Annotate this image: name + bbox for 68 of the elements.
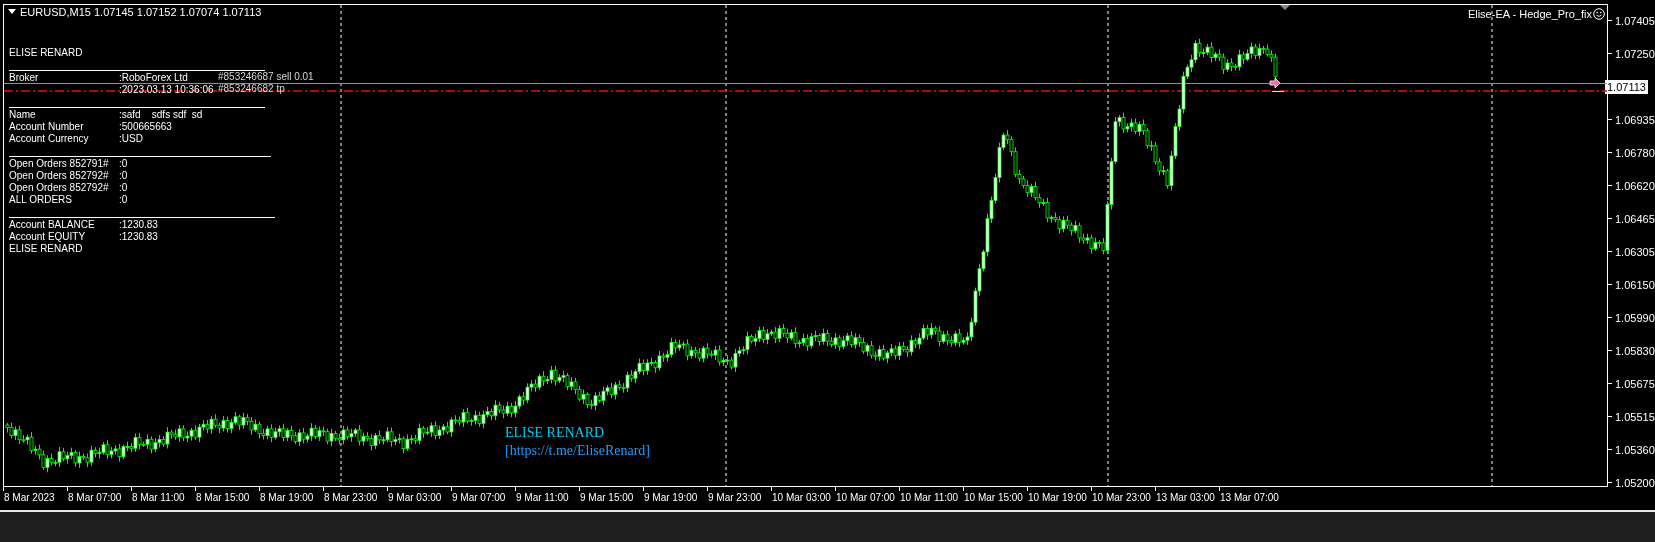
marker-line bbox=[1271, 91, 1285, 92]
price-label: 1.06935 bbox=[1615, 113, 1655, 126]
info-label: ALL ORDERS bbox=[9, 194, 72, 206]
price-label: 1.06150 bbox=[1615, 278, 1655, 291]
info-value: :1230.83 bbox=[119, 219, 158, 231]
time-label: 10 Mar 19:00 bbox=[1028, 492, 1087, 503]
time-label: 8 Mar 19:00 bbox=[260, 492, 314, 503]
time-label: 9 Mar 23:00 bbox=[708, 492, 762, 503]
time-label: 8 Mar 15:00 bbox=[196, 492, 250, 503]
triangle-icon[interactable] bbox=[1280, 5, 1290, 10]
time-label: 9 Mar 15:00 bbox=[580, 492, 634, 503]
arrow-icon bbox=[1269, 77, 1281, 89]
info-label: ELISE RENARD bbox=[9, 243, 83, 255]
info-label: Account EQUITY bbox=[9, 231, 86, 243]
time-label: 10 Mar 03:00 bbox=[772, 492, 831, 503]
info-label: ELISE RENARD bbox=[9, 47, 83, 59]
info-value: :safd sdfs sdf sd bbox=[119, 109, 203, 121]
info-value: :USD bbox=[119, 133, 143, 145]
price-label: 1.06465 bbox=[1615, 212, 1655, 225]
info-label: Name bbox=[9, 109, 36, 121]
price-label: 1.06780 bbox=[1615, 146, 1655, 159]
time-label: 8 Mar 07:00 bbox=[68, 492, 122, 503]
signature-link[interactable]: [https://t.me/EliseRenard] bbox=[505, 443, 651, 459]
info-value: :0 bbox=[119, 182, 128, 194]
info-value: :1230.83 bbox=[119, 231, 158, 243]
price-label: 1.05360 bbox=[1615, 443, 1655, 456]
dropdown-icon[interactable] bbox=[8, 9, 16, 15]
info-value: :0 bbox=[119, 170, 128, 182]
time-label: 10 Mar 15:00 bbox=[964, 492, 1023, 503]
price-label: 1.05830 bbox=[1615, 344, 1655, 357]
info-value: :0 bbox=[119, 194, 128, 206]
info-label: Account Number bbox=[9, 121, 84, 133]
chart-area[interactable] bbox=[3, 4, 1608, 487]
price-label: 1.07250 bbox=[1615, 47, 1655, 60]
signature-name: ELISE RENARD bbox=[505, 425, 606, 441]
time-label: 13 Mar 07:00 bbox=[1220, 492, 1279, 503]
time-label: 8 Mar 23:00 bbox=[324, 492, 378, 503]
time-label: 9 Mar 07:00 bbox=[452, 492, 506, 503]
smiley-icon[interactable] bbox=[1593, 8, 1605, 20]
info-value: :RoboForex Ltd bbox=[119, 72, 188, 84]
trade-label: #853246687 sell 0.01 bbox=[218, 71, 314, 83]
info-label: Open Orders 852792# bbox=[9, 170, 109, 182]
time-label: 8 Mar 11:00 bbox=[132, 492, 185, 503]
time-label: 13 Mar 03:00 bbox=[1156, 492, 1215, 503]
price-label: 1.05675 bbox=[1615, 377, 1655, 390]
time-label: 9 Mar 03:00 bbox=[388, 492, 442, 503]
time-label: 8 Mar 2023 bbox=[4, 492, 55, 503]
price-label: 1.05200 bbox=[1615, 476, 1655, 489]
info-label: Account Currency bbox=[9, 133, 89, 145]
time-label: 10 Mar 07:00 bbox=[836, 492, 895, 503]
info-value: :500665663 bbox=[119, 121, 172, 133]
info-label: Open Orders 852791# bbox=[9, 158, 109, 170]
chart-title: EURUSD,M15 1.07145 1.07152 1.07074 1.07113 bbox=[20, 6, 262, 18]
time-label: 9 Mar 11:00 bbox=[516, 492, 569, 503]
time-label: 10 Mar 11:00 bbox=[900, 492, 959, 503]
price-label: 1.06305 bbox=[1615, 245, 1655, 258]
price-label: 1.07405 bbox=[1615, 14, 1655, 27]
current-price: 1.07113 bbox=[1605, 79, 1648, 94]
info-label: Broker bbox=[9, 72, 39, 84]
price-label: 1.05990 bbox=[1615, 311, 1655, 324]
time-label: 10 Mar 23:00 bbox=[1092, 492, 1151, 503]
time-label: 9 Mar 19:00 bbox=[644, 492, 698, 503]
info-value: :0 bbox=[119, 158, 128, 170]
price-label: 1.06620 bbox=[1615, 179, 1655, 192]
info-label: Open Orders 852792# bbox=[9, 182, 109, 194]
info-label: Account BALANCE bbox=[9, 219, 95, 231]
expert-name: Elise-EA - Hedge_Pro_fix bbox=[1467, 8, 1592, 20]
price-label: 1.05515 bbox=[1615, 410, 1655, 423]
